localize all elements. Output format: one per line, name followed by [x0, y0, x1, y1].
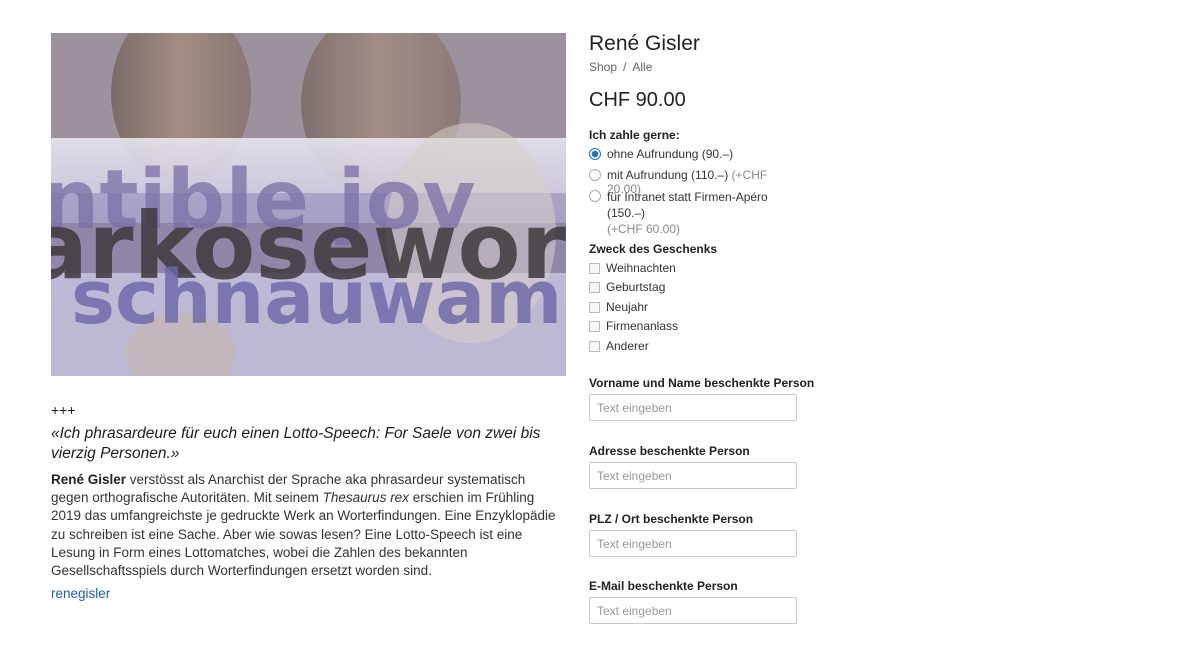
checkbox-icon[interactable]: [589, 301, 600, 313]
image-word-3: schnauwam: [71, 255, 562, 341]
purpose-option-label: Neujahr: [606, 300, 649, 314]
separator-marker: +++: [51, 402, 76, 418]
recipient-address-label: Adresse beschenkte Person: [589, 444, 750, 458]
purpose-option-label: Weihnachten: [606, 261, 676, 275]
recipient-email-input[interactable]: [589, 597, 797, 624]
recipient-zip-city-input[interactable]: [589, 530, 797, 557]
purpose-option-label: Firmenanlass: [606, 319, 679, 333]
description-book-title: Thesaurus rex: [322, 490, 409, 506]
payment-option-label: mit Aufrundung (110.–): [607, 168, 729, 182]
recipient-email-label: E-Mail beschenkte Person: [589, 579, 738, 593]
purpose-option-weihnachten[interactable]: Weihnachten: [589, 261, 676, 275]
author-tag-link[interactable]: renegisler: [51, 586, 110, 601]
description-author: René Gisler: [51, 472, 127, 487]
checkbox-icon[interactable]: [589, 281, 600, 293]
purpose-option-anderer[interactable]: Anderer: [589, 339, 649, 353]
breadcrumb: Shop / Alle: [589, 60, 652, 74]
breadcrumb-separator: /: [623, 60, 627, 74]
purpose-label: Zweck des Geschenks: [589, 242, 718, 256]
product-title: René Gisler: [589, 32, 700, 55]
payment-option-extra: (+CHF 60.00): [607, 222, 681, 236]
radio-checked-icon[interactable]: [589, 148, 601, 160]
checkbox-icon[interactable]: [589, 262, 600, 274]
purpose-option-label: Geburtstag: [606, 280, 666, 294]
product-description: René Gisler verstösst als Anarchist der …: [51, 471, 561, 580]
recipient-name-input[interactable]: [589, 394, 797, 421]
payment-option-label: für Intranet statt Firmen-Apéro (150.–): [607, 190, 768, 220]
breadcrumb-shop[interactable]: Shop: [589, 60, 617, 74]
product-quote: «Ich phrasardeure für euch einen Lotto-S…: [51, 425, 541, 462]
radio-icon[interactable]: [589, 190, 601, 202]
breadcrumb-category[interactable]: Alle: [632, 60, 652, 74]
payment-option-text: für Intranet statt Firmen-Apéro (150.–) (…: [607, 189, 799, 237]
payment-option-3[interactable]: für Intranet statt Firmen-Apéro (150.–) (…: [589, 189, 799, 237]
recipient-address-input[interactable]: [589, 462, 797, 489]
product-image: ntible jov arkosewors schnauwam: [51, 33, 566, 376]
payment-label: Ich zahle gerne:: [589, 128, 680, 142]
checkbox-icon[interactable]: [589, 320, 600, 332]
checkbox-icon[interactable]: [589, 340, 600, 352]
payment-option-text: ohne Aufrundung (90.–): [607, 147, 734, 161]
product-price: CHF 90.00: [589, 89, 686, 111]
purpose-option-geburtstag[interactable]: Geburtstag: [589, 280, 665, 294]
product-image-graphic: ntible jov arkosewors schnauwam: [51, 33, 566, 376]
payment-option-1[interactable]: ohne Aufrundung (90.–): [589, 147, 799, 161]
recipient-name-label: Vorname und Name beschenkte Person: [589, 376, 815, 390]
purpose-option-neujahr[interactable]: Neujahr: [589, 300, 648, 314]
purpose-option-label: Anderer: [606, 339, 649, 353]
recipient-zip-city-label: PLZ / Ort beschenkte Person: [589, 512, 754, 526]
purpose-option-firmenanlass[interactable]: Firmenanlass: [589, 319, 678, 333]
radio-icon[interactable]: [589, 169, 601, 181]
